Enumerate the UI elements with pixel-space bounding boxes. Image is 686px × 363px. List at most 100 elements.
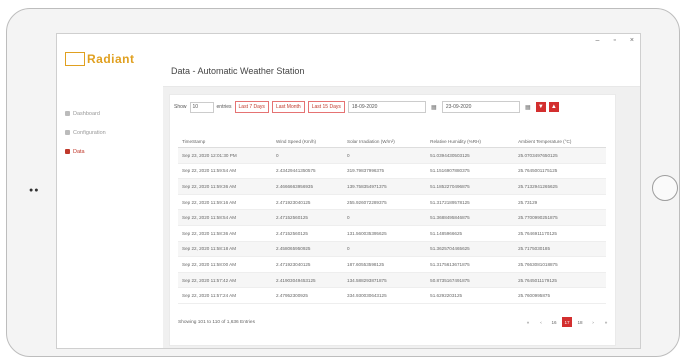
column-header[interactable]: Relative Humidity (%RH) (426, 135, 515, 148)
entries-select[interactable]: 10 (189, 101, 214, 113)
table-cell: 25.7600995875 (514, 287, 606, 304)
last-15-days-button[interactable]: Last 15 Days (307, 101, 345, 113)
table-cell: 25.7700990251875 (514, 209, 606, 226)
calendar-icon[interactable]: ▦ (523, 102, 533, 112)
column-header[interactable]: Solar Irradiation (W/m²) (343, 135, 427, 148)
date-from-input[interactable]: 18-09-2020 (347, 101, 426, 113)
maximize-icon[interactable]: ▫ (613, 37, 615, 44)
page-button[interactable]: › (588, 317, 598, 327)
data-table: TimeStamp Wind Speed (Km/h) Solar Irradi… (178, 135, 606, 304)
sidebar: Radiant Dashboard Configuration Data (57, 34, 163, 348)
logo-text: Radiant (87, 52, 135, 66)
table-cell: 51.3172189578125 (426, 194, 515, 211)
table-cell: Sep 22, 2020 11:57:42 AM (178, 272, 272, 289)
table-row: Sep 22, 2020 11:59:16 AM 2.471923040125 25… (178, 194, 606, 211)
table-row: Sep 22, 2020 11:57:42 AM 2.41903049453125… (178, 272, 606, 289)
table-cell: 139.758354971375 (343, 178, 427, 195)
table-cell: 25.7175030185 (514, 241, 606, 258)
page-button[interactable]: 18 (575, 317, 585, 327)
last-7-days-button[interactable]: Last 7 Days (234, 101, 269, 113)
sidebar-item-data[interactable]: Data (65, 142, 106, 161)
page-button[interactable]: « (523, 317, 533, 327)
close-icon[interactable]: × (630, 37, 634, 44)
table-cell: 25.7646911170125 (514, 225, 606, 242)
table-cell: 2.471923040125 (272, 194, 344, 211)
table-cell: 51.1516907880375 (426, 163, 515, 180)
table-cell: 25.7645001175125 (514, 163, 606, 180)
table-cell: 2.458065950925 (272, 241, 344, 258)
column-header[interactable]: TimeStamp (178, 135, 272, 148)
folder-icon (65, 149, 70, 154)
page-title: Data - Automatic Weather Station (171, 66, 305, 76)
download-button[interactable]: ▲ (548, 102, 559, 112)
table-cell: 2.41903049453125 (272, 272, 344, 289)
table-row: Sep 22, 2020 11:58:54 AM 2.47152560125 0 51… (178, 209, 606, 226)
table-cell: 0 (343, 147, 427, 164)
table-cell: 51.6292203125 (426, 287, 515, 304)
table-cell: 134.588293871875 (343, 272, 427, 289)
table-cell: 255.926072289375 (343, 194, 427, 211)
page-button[interactable]: 17 (562, 317, 572, 327)
table-cell: Sep 22, 2020 11:59:54 AM (178, 163, 272, 180)
logo-icon (65, 52, 85, 66)
table-row: Sep 22, 2020 11:58:00 AM 2.471923040125 18… (178, 256, 606, 273)
table-cell: 51.1485966625 (426, 225, 515, 242)
table-body: Sep 23, 2020 12:01:30 PM 0 0 51.03944305031… (178, 147, 606, 304)
table-cell: Sep 22, 2020 11:57:24 AM (178, 287, 272, 304)
page-button[interactable]: » (601, 317, 611, 327)
toolbar: Show 10 entries Last 7 Days Last Month L… (174, 101, 559, 113)
table-cell: 2.47152560125 (272, 225, 344, 242)
table-cell: Sep 22, 2020 11:58:54 AM (178, 209, 272, 226)
table-cell: 0 (272, 147, 344, 164)
main-content: – ▫ × Data - Automatic Weather Station S… (163, 34, 640, 348)
column-header[interactable]: Wind Speed (Km/h) (272, 135, 344, 148)
table-cell: 131.560035395625 (343, 225, 427, 242)
sidebar-item-dashboard[interactable]: Dashboard (65, 104, 106, 123)
column-header[interactable]: Ambient Temperature (°C) (514, 135, 606, 148)
table-cell: 50.8735167491875 (426, 272, 515, 289)
table-cell: 0 (343, 209, 427, 226)
table-cell: Sep 22, 2020 11:59:36 AM (178, 178, 272, 195)
calendar-icon[interactable]: ▦ (429, 102, 439, 112)
table-cell: Sep 22, 2020 11:58:00 AM (178, 256, 272, 273)
table-cell: 51.3625704465625 (426, 241, 515, 258)
filter-button[interactable]: ▼ (535, 102, 546, 112)
topbar (163, 34, 640, 87)
table-cell: Sep 22, 2020 11:59:16 AM (178, 194, 272, 211)
table-cell: Sep 22, 2020 11:58:36 AM (178, 225, 272, 242)
minimize-icon[interactable]: – (596, 37, 600, 44)
table-cell: Sep 23, 2020 12:01:30 PM (178, 147, 272, 164)
tablet-frame: ●● Radiant Dashboard Configuration Data … (6, 8, 680, 357)
window-controls: – ▫ × (596, 37, 634, 44)
page-button[interactable]: ‹ (536, 317, 546, 327)
table-cell: 51.3175613671875 (426, 256, 515, 273)
sidebar-item-configuration[interactable]: Configuration (65, 123, 106, 142)
dashboard-icon (65, 111, 70, 116)
table-cell: 25.7663081018875 (514, 256, 606, 273)
date-to-input[interactable]: 23-09-2020 (441, 101, 520, 113)
home-button[interactable] (652, 175, 678, 201)
pagination: «‹ 16 17 18 ›» (523, 317, 611, 327)
table-cell: 2.43429441350575 (272, 163, 344, 180)
page-button[interactable]: 16 (549, 317, 559, 327)
table-cell: 25.0703497650125 (514, 147, 606, 164)
entries-info: Showing 101 to 110 of 1,636 Entries (178, 320, 255, 325)
last-month-button[interactable]: Last Month (271, 101, 305, 113)
table-cell: 25.7132941265625 (514, 178, 606, 195)
logo: Radiant (65, 52, 135, 66)
table-cell: 2.47952300925 (272, 287, 344, 304)
table-row: Sep 22, 2020 11:57:24 AM 2.47952300925 334… (178, 287, 606, 304)
table-cell: 51.0394430503125 (426, 147, 515, 164)
table-cell: 0 (343, 241, 427, 258)
sidebar-nav: Dashboard Configuration Data (65, 104, 106, 161)
table-cell: 2.4666663956935 (272, 178, 344, 195)
table-row: Sep 22, 2020 11:59:54 AM 2.43429441350575… (178, 163, 606, 180)
table-cell: Sep 22, 2020 11:58:18 AM (178, 241, 272, 258)
table-cell: 319.79837996375 (343, 163, 427, 180)
gear-icon (65, 130, 70, 135)
table-cell: 2.471923040125 (272, 256, 344, 273)
data-card: Show 10 entries Last 7 Days Last Month L… (169, 94, 616, 346)
table-cell: 2.47152560125 (272, 209, 344, 226)
app-window: Radiant Dashboard Configuration Data – ▫… (56, 33, 641, 349)
table-cell: 25.73129 (514, 194, 606, 211)
